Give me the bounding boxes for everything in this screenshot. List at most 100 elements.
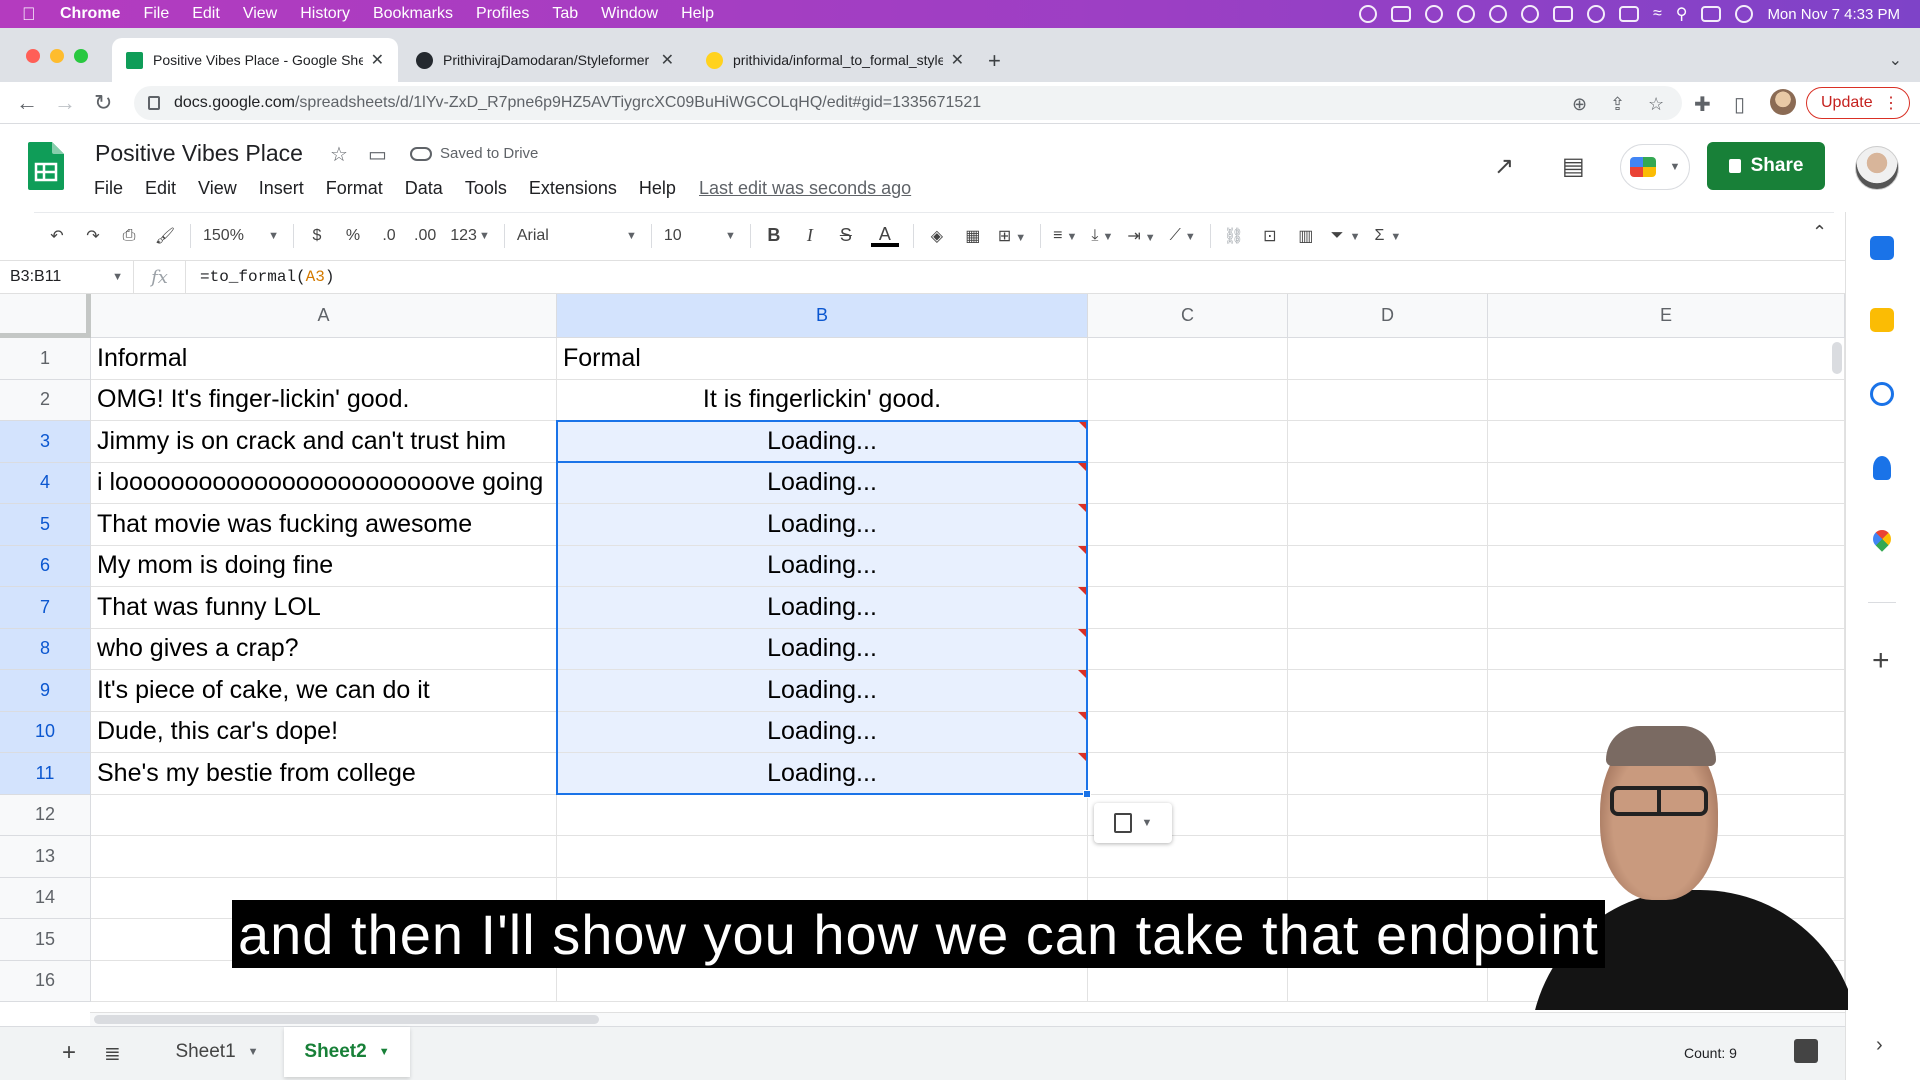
- text-wrap-icon[interactable]: ⇥ ▼: [1127, 226, 1155, 246]
- column-header-c[interactable]: C: [1088, 294, 1288, 338]
- cell-b6[interactable]: Loading...: [557, 545, 1088, 587]
- row-header-12[interactable]: 12: [0, 794, 91, 836]
- column-header-b[interactable]: B: [557, 294, 1088, 338]
- cell-a1[interactable]: Informal: [91, 338, 557, 380]
- password-icon[interactable]: [1520, 5, 1539, 23]
- increase-decimal-button[interactable]: .00: [414, 227, 436, 245]
- update-chrome-button[interactable]: Update ⋮: [1806, 87, 1910, 119]
- merge-cells-icon[interactable]: ⊞ ▼: [998, 226, 1026, 246]
- cell-c3[interactable]: [1088, 421, 1288, 463]
- cell-b5[interactable]: Loading...: [557, 504, 1088, 546]
- battery-icon[interactable]: [1618, 6, 1639, 22]
- close-tab-icon[interactable]: ✕: [951, 50, 964, 70]
- browser-tab-github[interactable]: PrithivirajDamodaran/Styleformer ✕: [402, 38, 688, 82]
- currency-format-button[interactable]: $: [306, 227, 328, 245]
- tab-search-chevron-icon[interactable]: ⌄: [1889, 50, 1902, 70]
- cell-d9[interactable]: [1288, 670, 1488, 712]
- cell-d8[interactable]: [1288, 628, 1488, 670]
- saved-status[interactable]: Saved to Drive: [410, 145, 538, 162]
- cell-d4[interactable]: [1288, 462, 1488, 504]
- cell-d5[interactable]: [1288, 504, 1488, 546]
- cell-d1[interactable]: [1288, 338, 1488, 380]
- decrease-decimal-button[interactable]: .0: [378, 227, 400, 245]
- paste-options-button[interactable]: ▼: [1094, 802, 1172, 843]
- cell-a13[interactable]: [91, 836, 557, 878]
- new-tab-button[interactable]: +: [988, 48, 1001, 74]
- menu-help[interactable]: Help: [639, 178, 676, 199]
- menu-insert[interactable]: Insert: [259, 178, 304, 199]
- cell-e1[interactable]: [1488, 338, 1845, 380]
- cell-a8[interactable]: who gives a crap?: [91, 628, 557, 670]
- menubar-window[interactable]: Window: [601, 5, 658, 23]
- cell-d13[interactable]: [1288, 836, 1488, 878]
- row-header-8[interactable]: 8: [0, 628, 91, 670]
- fill-handle[interactable]: [1083, 789, 1091, 798]
- menubar-edit[interactable]: Edit: [192, 5, 220, 23]
- cell-b8[interactable]: Loading...: [557, 628, 1088, 670]
- keep-icon[interactable]: [1870, 308, 1894, 332]
- share-page-icon[interactable]: ⇪: [1610, 94, 1625, 115]
- cell-e5[interactable]: [1488, 504, 1845, 546]
- insert-chart-icon[interactable]: ▥: [1295, 226, 1317, 246]
- cell-e4[interactable]: [1488, 462, 1845, 504]
- column-header-e[interactable]: E: [1488, 294, 1845, 338]
- sheets-logo-icon[interactable]: [28, 142, 64, 190]
- reload-icon[interactable]: ↻: [94, 90, 112, 116]
- contacts-icon[interactable]: [1873, 456, 1891, 480]
- cell-e8[interactable]: [1488, 628, 1845, 670]
- cell-e2[interactable]: [1488, 379, 1845, 421]
- back-arrow-icon[interactable]: ←: [16, 90, 38, 116]
- address-bar[interactable]: docs.google.com/spreadsheets/d/1lYv-ZxD_…: [134, 86, 1682, 120]
- last-edit-link[interactable]: Last edit was seconds ago: [699, 178, 911, 199]
- row-header-5[interactable]: 5: [0, 504, 91, 546]
- cell-d7[interactable]: [1288, 587, 1488, 629]
- calendar-icon[interactable]: [1870, 236, 1894, 260]
- zoom-window-button[interactable]: [74, 49, 88, 63]
- undo-icon[interactable]: ↶: [46, 226, 68, 246]
- row-header-14[interactable]: 14: [0, 877, 91, 919]
- cell-b9[interactable]: Loading...: [557, 670, 1088, 712]
- selection-count[interactable]: Count: 9: [1684, 1045, 1737, 1061]
- apple-icon[interactable]: : [22, 4, 44, 25]
- row-header-1[interactable]: 1: [0, 338, 91, 380]
- menubar-history[interactable]: History: [300, 5, 350, 23]
- column-header-a[interactable]: A: [91, 294, 557, 338]
- row-header-2[interactable]: 2: [0, 379, 91, 421]
- column-header-d[interactable]: D: [1288, 294, 1488, 338]
- document-title[interactable]: Positive Vibes Place: [95, 140, 303, 167]
- strikethrough-button[interactable]: S: [835, 225, 857, 246]
- menu-data[interactable]: Data: [405, 178, 443, 199]
- cell-b3[interactable]: Loading...: [557, 421, 1088, 463]
- cell-c4[interactable]: [1088, 462, 1288, 504]
- explore-icon[interactable]: [1794, 1039, 1818, 1063]
- vertical-align-icon[interactable]: ⤓ ▼: [1091, 227, 1113, 245]
- cell-b7[interactable]: Loading...: [557, 587, 1088, 629]
- cell-c6[interactable]: [1088, 545, 1288, 587]
- moon-icon[interactable]: [1586, 5, 1605, 23]
- meet-button[interactable]: ▼: [1620, 144, 1690, 190]
- menu-format[interactable]: Format: [326, 178, 383, 199]
- collapse-toolbar-chevron-icon[interactable]: ⌃: [1812, 222, 1827, 243]
- cell-c8[interactable]: [1088, 628, 1288, 670]
- row-header-4[interactable]: 4: [0, 462, 91, 504]
- siri-icon[interactable]: [1735, 5, 1754, 23]
- horizontal-align-icon[interactable]: ≡ ▼: [1053, 227, 1077, 245]
- cell-e3[interactable]: [1488, 421, 1845, 463]
- select-all-corner[interactable]: [0, 294, 91, 338]
- share-button[interactable]: Share: [1707, 142, 1825, 190]
- menubar-app-name[interactable]: Chrome: [60, 5, 120, 23]
- star-icon[interactable]: ☆: [330, 142, 348, 167]
- close-tab-icon[interactable]: ✕: [661, 50, 674, 70]
- text-rotation-icon[interactable]: ⟋ ▼: [1170, 227, 1196, 245]
- menu-edit[interactable]: Edit: [145, 178, 176, 199]
- paint-format-icon[interactable]: 🖌: [154, 226, 176, 246]
- name-box[interactable]: B3:B11 ▼: [0, 261, 134, 293]
- cell-a3[interactable]: Jimmy is on crack and can't trust him: [91, 421, 557, 463]
- close-window-button[interactable]: [26, 49, 40, 63]
- browser-tab-sheets[interactable]: Positive Vibes Place - Google Sheets ✕: [112, 38, 398, 82]
- menu-extensions[interactable]: Extensions: [529, 178, 617, 199]
- hide-side-panel-chevron-icon[interactable]: ›: [1876, 1034, 1883, 1057]
- gear-icon[interactable]: [1488, 5, 1507, 23]
- italic-button[interactable]: I: [799, 225, 821, 246]
- cell-b1[interactable]: Formal: [557, 338, 1088, 380]
